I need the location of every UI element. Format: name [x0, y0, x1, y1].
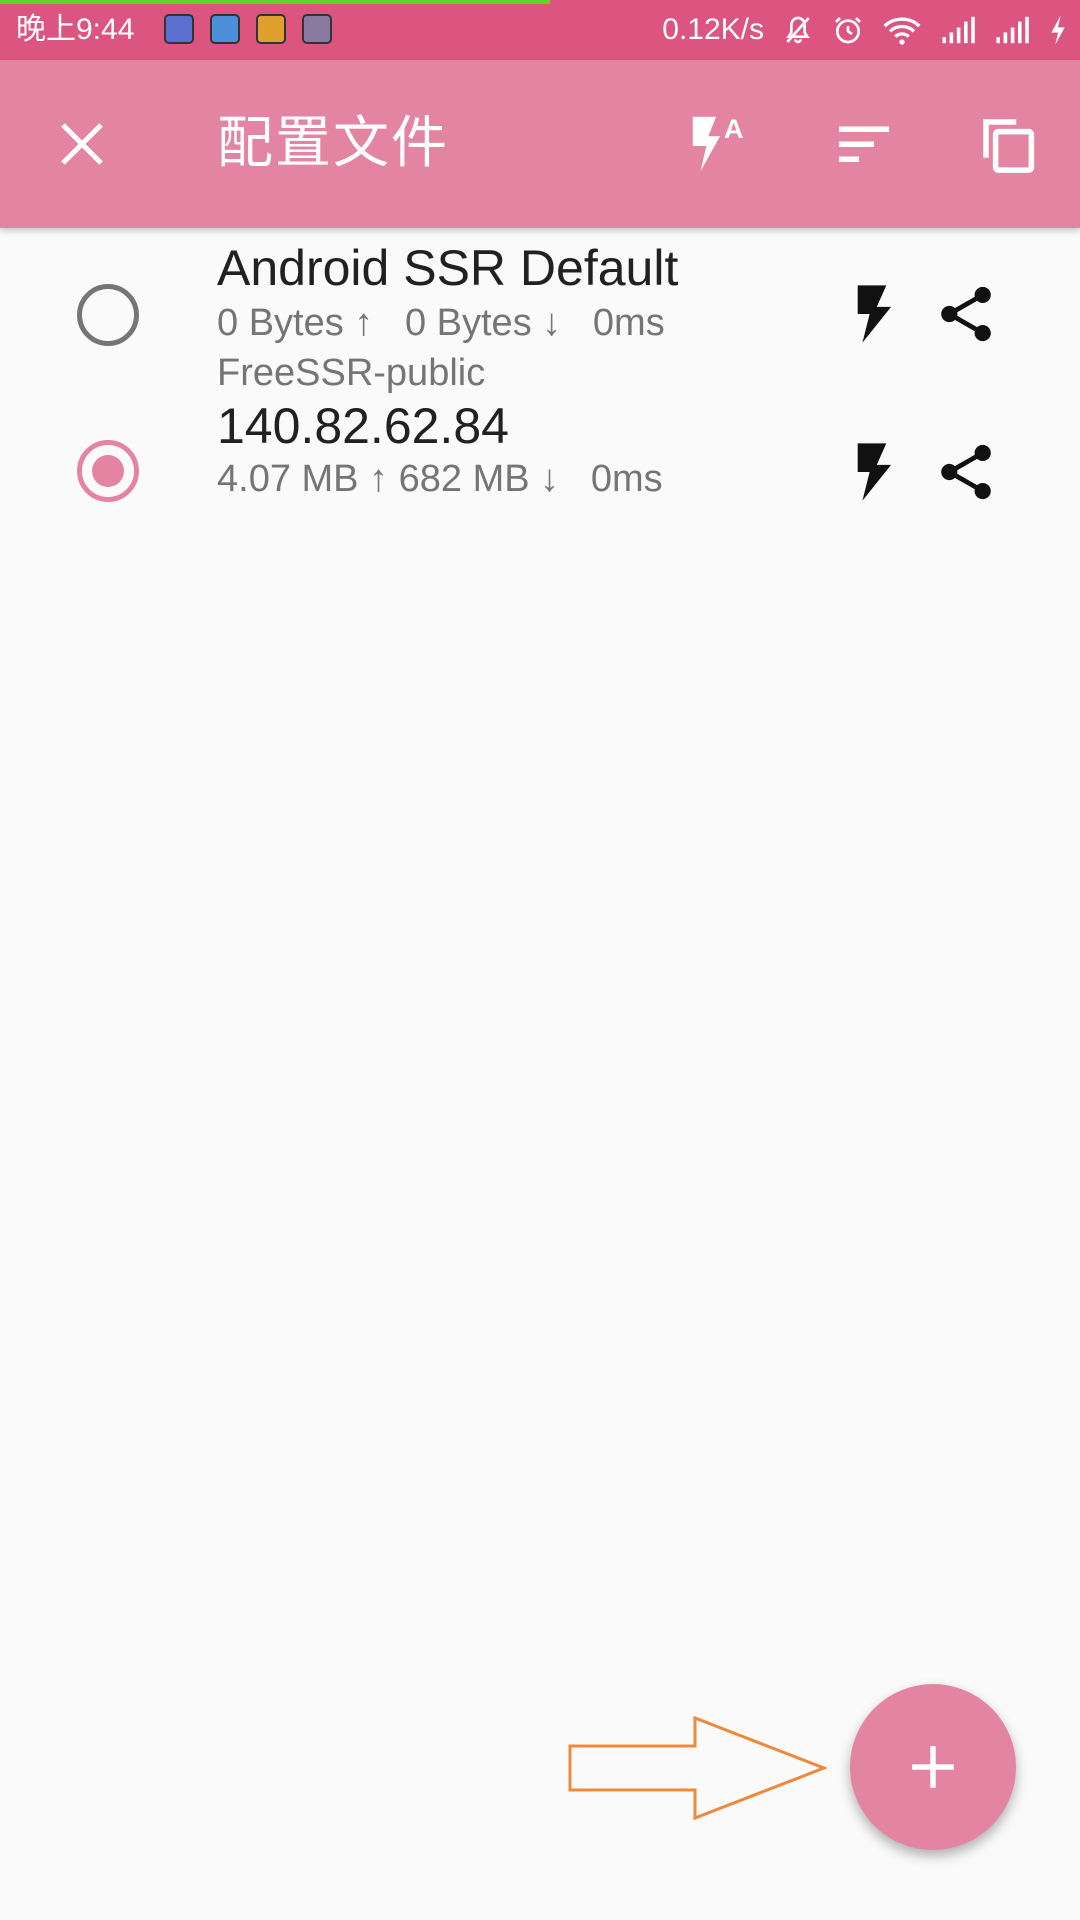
profile-list: Android SSR Default 0 Bytes ↑ 0 Bytes ↓ …: [0, 230, 1080, 540]
grid-app-icon: [302, 14, 332, 44]
profile-group: FreeSSR-public: [217, 352, 486, 394]
auto-test-button[interactable]: A: [682, 106, 758, 182]
network-speed: 0.12K/s: [662, 13, 764, 46]
profile-name: 140.82.62.84: [217, 398, 509, 454]
test-connection-button[interactable]: [840, 282, 904, 346]
status-right: 0.12K/s: [662, 12, 1068, 48]
close-button[interactable]: [50, 112, 114, 176]
signal-icon: [994, 15, 1030, 45]
app-bar: 配置文件 A: [0, 60, 1080, 228]
sort-button[interactable]: [826, 106, 902, 182]
svg-text:A: A: [724, 113, 744, 144]
profile-traffic-stats: 0 Bytes ↑ 0 Bytes ↓ 0ms: [217, 302, 665, 344]
plus-icon: [912, 1746, 954, 1788]
profile-name: Android SSR Default: [217, 240, 679, 296]
copy-button[interactable]: [970, 106, 1046, 182]
upload-app-icon: [210, 14, 240, 44]
profile-radio-selected[interactable]: [77, 440, 139, 502]
add-profile-button[interactable]: [850, 1684, 1016, 1850]
du-app-icon: [164, 14, 194, 44]
test-connection-button[interactable]: [840, 440, 904, 504]
profile-row[interactable]: 140.82.62.84 4.07 MB ↑ 682 MB ↓ 0ms: [0, 398, 1080, 540]
page-title: 配置文件: [217, 111, 449, 176]
share-button[interactable]: [934, 440, 998, 504]
test-connection-icon: [857, 443, 892, 501]
status-bar: 晚上9:44 0.12K/s: [0, 0, 1080, 60]
status-time: 晚上9:44: [16, 13, 135, 46]
notification-icons: [164, 14, 332, 44]
muted-bell-icon: [782, 14, 814, 46]
sort-icon: [839, 126, 889, 162]
share-icon: [941, 444, 991, 500]
share-button[interactable]: [934, 282, 998, 346]
share-icon: [941, 286, 991, 342]
signal-icon: [940, 15, 976, 45]
test-connection-icon: [857, 285, 892, 343]
profile-traffic-stats: 4.07 MB ↑ 682 MB ↓ 0ms: [217, 458, 663, 500]
auto-connect-test-icon: A: [692, 113, 744, 172]
page-load-progress: [0, 0, 550, 4]
copy-icon: [983, 119, 1035, 173]
close-icon: [61, 123, 103, 165]
charging-icon: [1048, 14, 1068, 46]
game-app-icon: [256, 14, 286, 44]
profile-radio-unselected[interactable]: [77, 284, 139, 346]
profile-row[interactable]: Android SSR Default 0 Bytes ↑ 0 Bytes ↓ …: [0, 230, 1080, 410]
alarm-icon: [832, 14, 864, 46]
wifi-icon: [882, 14, 922, 46]
annotation-arrow-icon: [568, 1716, 828, 1820]
